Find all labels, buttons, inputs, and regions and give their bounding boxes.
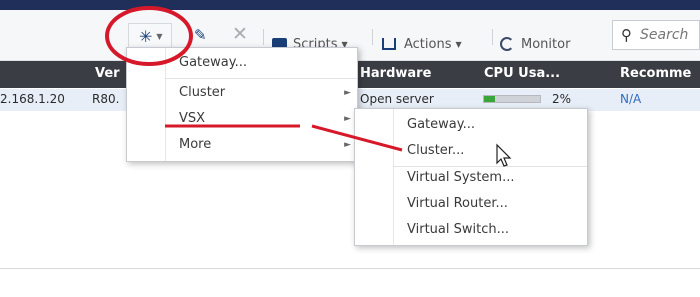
annotation-circle <box>105 6 193 66</box>
cursor-icon <box>496 143 512 167</box>
annotation-overlay <box>105 6 512 167</box>
annotation-arrow-line <box>311 124 403 152</box>
